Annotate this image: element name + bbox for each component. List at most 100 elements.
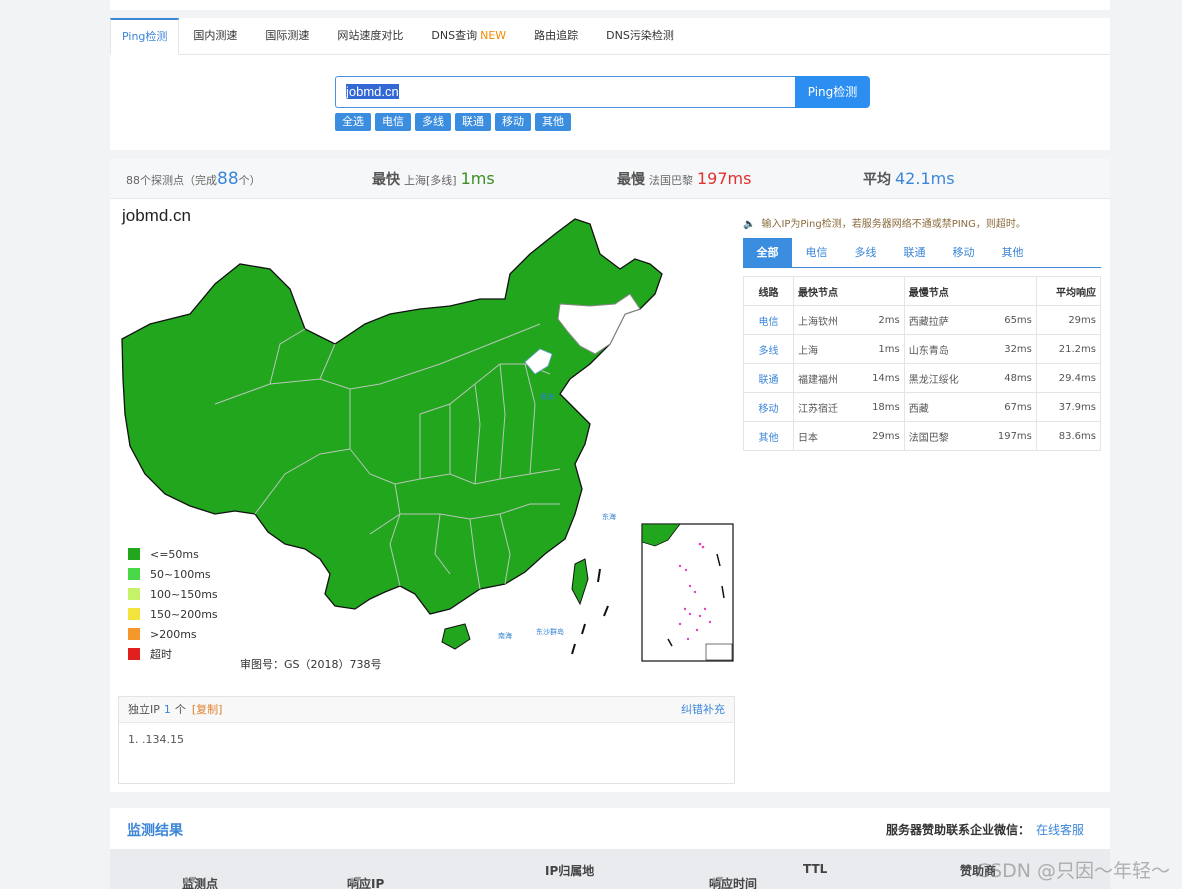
tab-ping[interactable]: Ping检测 [110, 18, 180, 55]
unique-ip-list: 1. .134.15 [119, 723, 734, 756]
tab-dns-query[interactable]: DNS查询 NEW [417, 18, 520, 54]
fastest-summary: 最快 上海[多线] 1ms [372, 159, 495, 201]
col-slowest-node: 最慢节点 [903, 276, 1037, 306]
main-panel: 88个探测点（完成88个） 最快 上海[多线] 1ms 最慢 法国巴黎 197ms 平均… [110, 159, 1110, 792]
slowest-value: 197ms [697, 169, 752, 188]
results-title: 监测结果 [127, 823, 183, 839]
col-average: 平均响应 [1035, 276, 1102, 306]
tab-dns-label: DNS查询 [431, 29, 478, 42]
tab-dns-pollution[interactable]: DNS污染检测 [592, 18, 688, 54]
filter-all-button[interactable]: 全选 [335, 113, 371, 131]
map-approval-number: 审图号：GS（2018）738号 [240, 658, 382, 671]
online-service-link[interactable]: 在线客服 [1036, 823, 1084, 837]
search-input[interactable]: jobmd.cn [335, 76, 795, 108]
average-label: 平均 [863, 172, 891, 188]
legend-label: <=50ms [150, 547, 199, 561]
isp-tab-unicom[interactable]: 联通 [890, 238, 939, 267]
row-avg: 29.4ms [1035, 363, 1102, 393]
row-line[interactable]: 其他 [743, 421, 794, 451]
row-fast-ms: 18ms [856, 392, 905, 422]
filter-telecom-button[interactable]: 电信 [375, 113, 411, 131]
ping-tip-text: 输入IP为Ping检测，若服务器网络不通或禁PING，则超时。 [761, 219, 1026, 230]
sponsor-contact: 服务器赞助联系企业微信： 在线客服 [886, 821, 1084, 838]
tab-domestic-speed[interactable]: 国内测速 [179, 18, 251, 54]
search-input-value: jobmd.cn [346, 84, 399, 99]
map-legend: <=50ms 50~100ms 100~150ms 150~200ms >200… [128, 544, 218, 664]
row-slow-node: 西藏 [903, 392, 981, 422]
col-fastest-node: 最快节点 [793, 276, 905, 306]
sponsor-text: 服务器赞助联系企业微信： [885, 823, 1030, 837]
row-line[interactable]: 电信 [743, 305, 794, 335]
legend-item: 150~200ms [128, 604, 218, 624]
legend-swatch [128, 648, 140, 660]
probe-count-suffix: 个） [238, 174, 261, 187]
row-line[interactable]: 联通 [743, 363, 794, 393]
col-ttl: TTL [803, 862, 828, 876]
tab-intl-speed[interactable]: 国际测速 [251, 18, 323, 54]
tab-traceroute[interactable]: 路由追踪 [520, 18, 592, 54]
row-fast-ms: 29ms [856, 421, 905, 451]
tab-site-compare[interactable]: 网站速度对比 [323, 18, 417, 54]
row-avg: 29ms [1035, 305, 1102, 335]
row-fast-node: 福建福州 [792, 363, 857, 393]
sort-icon: ▲▼ [349, 875, 362, 884]
unique-ip-unit: 个 [174, 703, 186, 716]
unique-ip-value[interactable]: 1. .134.15 [128, 733, 184, 746]
copy-ip-link[interactable]: [复制] [192, 703, 223, 716]
isp-tab-all[interactable]: 全部 [743, 238, 792, 267]
legend-label: 50~100ms [150, 567, 211, 581]
legend-item: <=50ms [128, 544, 218, 564]
isp-filter-row: 全选 电信 多线 联通 移动 其他 [335, 113, 571, 131]
csdn-watermark: CSDN @只因～年轻～ [976, 860, 1170, 882]
filter-other-button[interactable]: 其他 [535, 113, 571, 131]
row-line[interactable]: 移动 [743, 392, 794, 422]
correction-link[interactable]: 纠错补充 [681, 697, 725, 723]
svg-text:东海: 东海 [602, 512, 616, 521]
row-slow-ms: 197ms [980, 421, 1037, 451]
legend-swatch [128, 588, 140, 600]
row-slow-ms: 67ms [980, 392, 1037, 422]
table-row: 其他 日本 29ms 法国巴黎 197ms 83.6ms [743, 421, 1102, 451]
fastest-value: 1ms [460, 169, 495, 188]
table-row: 电信 上海钦州 2ms 西藏拉萨 65ms 29ms [743, 305, 1102, 335]
row-fast-ms: 14ms [856, 363, 905, 393]
legend-label: 100~150ms [150, 587, 218, 601]
tool-panel: Ping检测 国内测速 国际测速 网站速度对比 DNS查询 NEW 路由追踪 DN… [110, 18, 1110, 150]
filter-mobile-button[interactable]: 移动 [495, 113, 531, 131]
isp-tab-multiline[interactable]: 多线 [841, 238, 890, 267]
row-slow-node: 黑龙江绥化 [903, 363, 981, 393]
isp-tab-telecom[interactable]: 电信 [792, 238, 841, 267]
map-taiwan [571, 558, 589, 606]
isp-tab-mobile[interactable]: 移动 [939, 238, 988, 267]
unique-ip-box: 独立IP 1 个 [复制] 纠错补充 1. .134.15 [118, 696, 735, 784]
sort-icon: ▲▼ [711, 875, 724, 884]
legend-swatch [128, 548, 140, 560]
filter-unicom-button[interactable]: 联通 [455, 113, 491, 131]
row-fast-node: 上海钦州 [792, 305, 857, 335]
south-china-sea-inset [641, 523, 734, 662]
ping-button[interactable]: Ping检测 [795, 76, 870, 108]
row-fast-node: 上海 [792, 334, 857, 364]
legend-item: 超时 [128, 644, 218, 664]
row-slow-node: 西藏拉萨 [903, 305, 981, 335]
legend-swatch [128, 568, 140, 580]
row-slow-node: 山东青岛 [903, 334, 981, 364]
unique-ip-header: 独立IP 1 个 [复制] 纠错补充 [119, 697, 734, 723]
isp-tab-other[interactable]: 其他 [988, 238, 1037, 267]
probe-count-value: 88 [217, 169, 239, 189]
row-line[interactable]: 多线 [743, 334, 794, 364]
legend-item: 50~100ms [128, 564, 218, 584]
legend-item: >200ms [128, 624, 218, 644]
table-row: 联通 福建福州 14ms 黑龙江绥化 48ms 29.4ms [743, 363, 1102, 393]
row-fast-node: 江苏宿迁 [792, 392, 857, 422]
row-avg: 83.6ms [1035, 421, 1102, 451]
fastest-node: 上海[多线] [404, 174, 457, 187]
speaker-icon: 🔈 [743, 219, 756, 230]
summary-bar: 88个探测点（完成88个） 最快 上海[多线] 1ms 最慢 法国巴黎 197ms 平均… [110, 159, 1110, 199]
tool-tabs: Ping检测 国内测速 国际测速 网站速度对比 DNS查询 NEW 路由追踪 DN… [110, 18, 1110, 55]
row-slow-node: 法国巴黎 [903, 421, 981, 451]
filter-multiline-button[interactable]: 多线 [415, 113, 451, 131]
isp-stats-table: 线路 最快节点 最慢节点 平均响应 电信 上海钦州 2ms 西藏拉萨 65ms … [743, 276, 1102, 451]
average-summary: 平均 42.1ms [863, 159, 955, 201]
slowest-label: 最慢 [617, 172, 645, 188]
